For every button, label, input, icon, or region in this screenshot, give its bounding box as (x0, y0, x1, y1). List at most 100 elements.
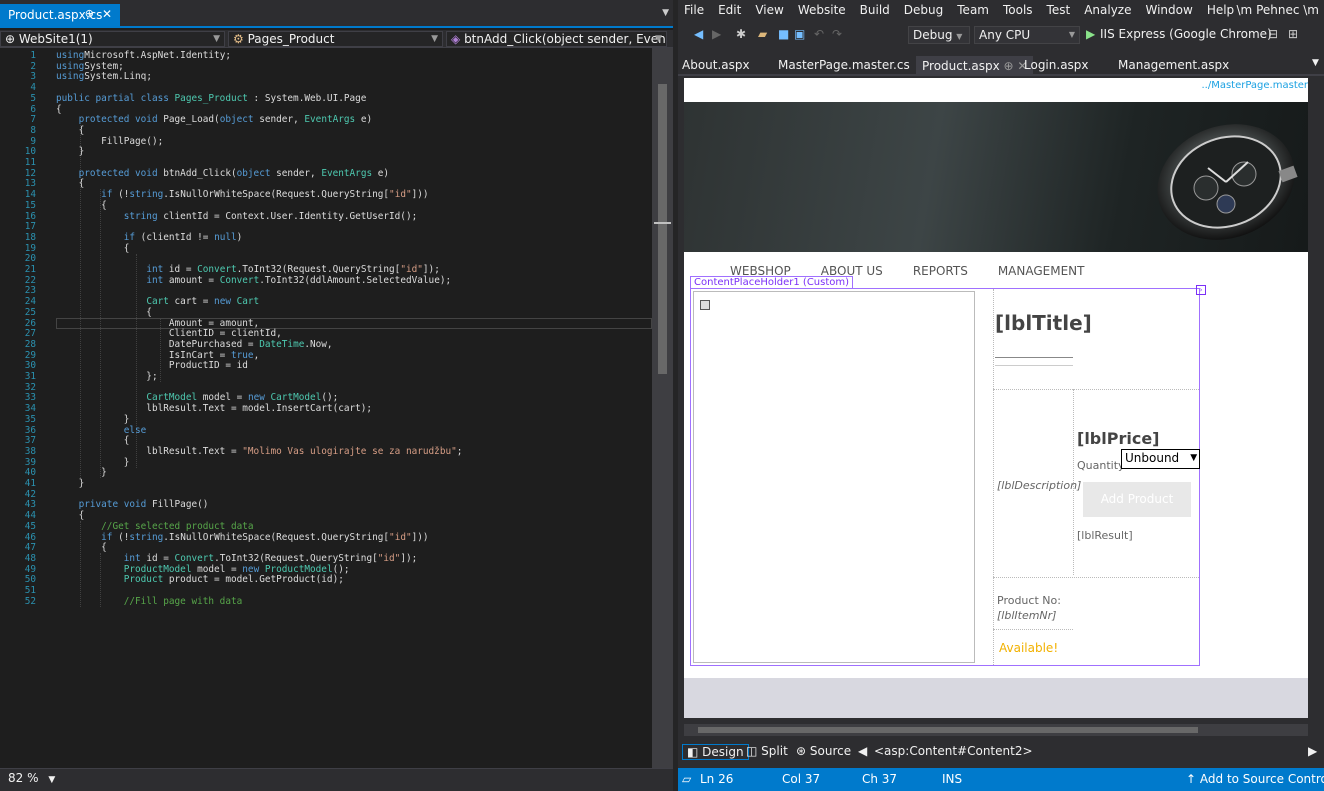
code-token: using (56, 60, 85, 72)
code-line[interactable]: Product product = model.GetProduct(id); (56, 574, 344, 586)
source-control-button[interactable]: ↑ Add to Source Control ▲ (1186, 772, 1324, 786)
code-line[interactable]: int amount = Convert.ToInt32(ddlAmount.S… (56, 275, 451, 287)
chevron-down-icon[interactable]: ▼ (48, 775, 55, 785)
code-token: .ToInt32(Request.QueryString[ (236, 264, 401, 275)
code-area[interactable]: 1 usingMicrosoft.AspNet.Identity; 2 usingSy… (0, 48, 652, 768)
code-token: .IsNullOrWhiteSpace(Request.QueryString[ (163, 531, 390, 543)
menu-analyze[interactable]: Analyze (1084, 3, 1131, 17)
menu-edit[interactable]: Edit (718, 3, 741, 17)
nav-management[interactable]: MANAGEMENT (998, 264, 1085, 278)
product-image-cell[interactable] (693, 291, 975, 663)
close-icon[interactable]: ✕ (102, 7, 112, 21)
class-dropdown[interactable]: ⚙ Pages_Product ▼ (228, 31, 443, 47)
tab-about-aspx[interactable]: About.aspx (682, 58, 750, 72)
format-icon[interactable]: ⊞ (1288, 27, 1298, 41)
redo-icon[interactable]: ↷ (832, 27, 842, 41)
forward-icon[interactable]: ▶ (712, 27, 721, 41)
project-dropdown[interactable]: ⊕ WebSite1(1) ▼ (0, 31, 225, 47)
source-view-button[interactable]: ⊛ Source (796, 744, 851, 758)
smart-tag-icon[interactable]: › (1196, 285, 1206, 295)
code-token: sender, (253, 114, 305, 126)
save-icon[interactable]: ■ (778, 27, 789, 41)
breadcrumb-forward-icon[interactable]: ▶ (1308, 744, 1317, 758)
run-target[interactable]: IIS Express (Google Chrome) (1100, 27, 1272, 41)
master-page-link[interactable]: ../MasterPage.master (1201, 80, 1308, 91)
layout-icon[interactable]: ⊟ (1268, 27, 1278, 41)
code-token: "Molimo Vas ulogirajte se za narudžbu" (242, 445, 457, 457)
code-line[interactable]: protected void Page_Load(object sender, … (56, 114, 373, 126)
code-line[interactable]: }; (56, 371, 157, 383)
pin-icon[interactable]: ⊕ (85, 7, 94, 20)
menu-build[interactable]: Build (860, 3, 890, 17)
back-icon[interactable]: ◀ (694, 27, 703, 41)
code-line[interactable]: } (56, 146, 85, 158)
menu-team[interactable]: Team (957, 3, 989, 17)
menu-help[interactable]: Help (1207, 3, 1234, 17)
tab-product-aspx[interactable]: Product.aspx ⊕ ✕ (916, 56, 1034, 76)
code-line[interactable]: protected void btnAdd_Click(object sende… (56, 168, 390, 180)
menu-file[interactable]: File (684, 3, 704, 17)
code-token: CartModel (270, 392, 322, 404)
code-line[interactable]: public partial class Pages_Product : Sys… (56, 92, 366, 105)
horizontal-scrollbar[interactable] (684, 724, 1308, 736)
output-window-icon[interactable]: ▱ (682, 772, 691, 786)
product-number-label: Product No: (997, 594, 1061, 607)
code-line[interactable]: string clientId = Context.User.Identity.… (56, 211, 418, 223)
label-price: [lblPrice] (1077, 429, 1160, 448)
code-line[interactable]: if (!string.IsNullOrWhiteSpace(Request.Q… (56, 189, 428, 201)
tab-login-aspx[interactable]: Login.aspx (1024, 58, 1089, 72)
tag-breadcrumb[interactable]: <asp:Content#Content2> (874, 744, 1033, 758)
tab-list-dropdown-icon[interactable]: ▼ (1312, 58, 1319, 68)
code-token: model = (197, 392, 248, 404)
save-all-icon[interactable]: ▣ (794, 27, 805, 41)
user-account[interactable]: \m Pehnec \m (1237, 3, 1319, 17)
scrollbar-thumb[interactable] (698, 727, 1198, 733)
pin-icon[interactable]: ⊕ (1004, 59, 1014, 73)
content-placeholder[interactable]: [lblTitle] [lblDescription] [lblPrice] Q… (690, 288, 1201, 666)
breadcrumb-back-icon[interactable]: ◀ (858, 744, 867, 758)
broken-image-icon (700, 300, 710, 310)
code-line[interactable]: if (!string.IsNullOrWhiteSpace(Request.Q… (56, 531, 428, 544)
code-token: DatePurchased = (56, 338, 260, 350)
menu-window[interactable]: Window (1145, 3, 1192, 17)
code-line[interactable]: { (56, 243, 130, 255)
code-token: (clientId != (135, 231, 215, 243)
menu-tools[interactable]: Tools (1003, 3, 1033, 17)
code-line[interactable]: //Fill page with data (56, 596, 243, 608)
play-icon[interactable]: ▶ (1086, 27, 1095, 41)
vertical-scrollbar[interactable] (652, 48, 673, 768)
configuration-dropdown[interactable]: Debug ▼ (908, 26, 970, 44)
code-line[interactable]: } (56, 478, 85, 490)
configuration-value: Debug (913, 28, 953, 42)
menu-test[interactable]: Test (1047, 3, 1071, 17)
member-dropdown[interactable]: ◈ btnAdd_Click(object sender, EventArgs … (446, 31, 667, 47)
line-number: 52 (24, 595, 36, 607)
tab-list-dropdown-icon[interactable]: ▼ (662, 8, 669, 18)
new-project-icon[interactable]: ✱ (736, 27, 746, 41)
code-token: Pages_Product (174, 92, 248, 104)
open-folder-icon[interactable]: ▰ (758, 27, 767, 41)
undo-icon[interactable]: ↶ (814, 27, 824, 41)
menu-website[interactable]: Website (798, 3, 846, 17)
design-view-button[interactable]: ◧ Design (682, 744, 749, 760)
design-surface[interactable]: ../MasterPage.master WEBSHOP ABOUT US REPO… (684, 78, 1308, 718)
quantity-select[interactable]: Unbound ▼ (1121, 449, 1201, 469)
code-token: (! (112, 189, 130, 201)
editor-zoom-bar: 82 % ▼ (0, 768, 673, 791)
split-view-button[interactable]: ◫ Split (746, 744, 788, 758)
menu-view[interactable]: View (755, 3, 783, 17)
tab-product-aspx-cs[interactable]: Product.aspx.cs ⊕ ✕ (0, 4, 120, 28)
nav-reports[interactable]: REPORTS (913, 264, 968, 278)
menu-debug[interactable]: Debug (904, 3, 943, 17)
zoom-level[interactable]: 82 % (8, 771, 39, 785)
code-line[interactable]: usingSystem.Linq; (56, 72, 152, 83)
tab-management-aspx[interactable]: Management.aspx (1118, 58, 1229, 72)
tab-masterpage-master-cs[interactable]: MasterPage.master.cs (778, 58, 910, 72)
add-product-button[interactable]: Add Product (1083, 482, 1191, 517)
platform-dropdown[interactable]: Any CPU ▼ (974, 26, 1080, 44)
scrollbar-thumb[interactable] (658, 84, 667, 374)
